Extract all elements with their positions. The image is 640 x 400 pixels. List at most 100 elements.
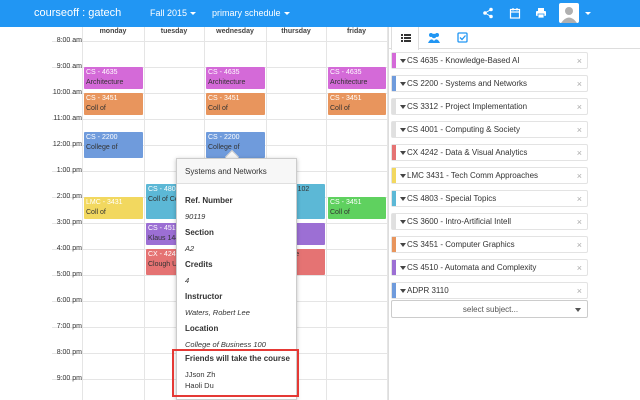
expand-caret-icon[interactable] xyxy=(400,82,406,86)
remove-course-icon[interactable]: × xyxy=(577,56,582,66)
course-color-bar xyxy=(392,283,396,298)
remove-course-icon[interactable]: × xyxy=(577,79,582,89)
course-item[interactable]: CS 4635 - Knowledge-Based AI × xyxy=(391,52,588,69)
chevron-down-icon xyxy=(283,12,290,16)
remove-course-icon[interactable]: × xyxy=(577,240,582,250)
expand-caret-icon[interactable] xyxy=(400,151,406,155)
course-item[interactable]: CX 4242 - Data & Visual Analytics × xyxy=(391,144,588,161)
credits-value: 4 xyxy=(185,276,190,285)
course-item[interactable]: LMC 3431 - Tech Comm Approaches × xyxy=(391,167,588,184)
course-item[interactable]: CS 4803 - Special Topics × xyxy=(391,190,588,207)
user-avatar[interactable] xyxy=(559,3,579,23)
class-code: CS - 3451 xyxy=(330,199,362,206)
expand-caret-icon[interactable] xyxy=(400,197,406,201)
hour-line xyxy=(52,41,387,42)
time-label: 11:00 am xyxy=(53,115,82,122)
grid-column-line xyxy=(326,27,327,400)
expand-caret-icon[interactable] xyxy=(400,243,406,247)
tab-selection[interactable] xyxy=(448,27,476,49)
class-block[interactable]: CS - 4635 Architecture xyxy=(328,67,386,89)
class-block[interactable]: LMC - 3431 Coll of xyxy=(84,197,143,219)
ref-number-value: 90119 xyxy=(185,212,206,221)
schedule-dropdown[interactable]: primary schedule xyxy=(212,8,290,18)
course-name: CS 3312 - Project Implementation xyxy=(407,102,528,111)
share-icon[interactable] xyxy=(482,7,494,19)
expand-caret-icon[interactable] xyxy=(400,220,406,224)
subject-select[interactable]: select subject... xyxy=(391,300,588,318)
expand-caret-icon[interactable] xyxy=(400,59,406,63)
remove-course-icon[interactable]: × xyxy=(577,263,582,273)
course-name: CS 4001 - Computing & Society xyxy=(407,125,520,134)
panel-tabs xyxy=(389,27,640,50)
class-location: Architecture xyxy=(86,79,124,86)
schedule-label: primary schedule xyxy=(212,8,281,18)
time-label: 8:00 am xyxy=(56,37,82,44)
course-name: LMC 3431 - Tech Comm Approaches xyxy=(407,171,539,180)
friend-item: Haoli Du xyxy=(185,381,214,390)
class-location: Coll of xyxy=(208,105,228,112)
course-color-bar xyxy=(392,53,396,68)
class-block[interactable]: CS - 3451 Coll of xyxy=(328,197,386,219)
class-code: CS - 3451 xyxy=(86,95,118,102)
app-brand[interactable]: courseoff : gatech xyxy=(34,7,121,19)
print-icon[interactable] xyxy=(535,7,547,19)
chevron-down-icon[interactable] xyxy=(585,12,591,15)
course-name: CS 4803 - Special Topics xyxy=(407,194,497,203)
time-label: 10:00 am xyxy=(52,89,82,96)
course-color-bar xyxy=(392,260,396,275)
time-label: 2:00 pm xyxy=(56,193,82,200)
remove-course-icon[interactable]: × xyxy=(577,171,582,181)
class-block[interactable]: CS - 3451 Coll of xyxy=(328,93,386,115)
tab-course-list[interactable] xyxy=(391,27,419,50)
course-item[interactable]: ADPR 3110 × xyxy=(391,282,588,299)
remove-course-icon[interactable]: × xyxy=(577,217,582,227)
course-item[interactable]: CS 4001 - Computing & Society × xyxy=(391,121,588,138)
course-panel: CS 4635 - Knowledge-Based AI × CS 2200 - S… xyxy=(388,27,640,400)
user-icon xyxy=(561,7,577,23)
expand-caret-icon[interactable] xyxy=(400,128,406,132)
expand-caret-icon[interactable] xyxy=(400,174,406,178)
course-name: CS 4510 - Automata and Complexity xyxy=(407,263,537,272)
class-block[interactable]: CS - 3451 Coll of xyxy=(84,93,143,115)
course-item[interactable]: CS 2200 - Systems and Networks × xyxy=(391,75,588,92)
course-name: CS 4635 - Knowledge-Based AI xyxy=(407,56,520,65)
remove-course-icon[interactable]: × xyxy=(577,286,582,296)
popover-title: Systems and Networks xyxy=(177,159,296,184)
course-color-bar xyxy=(392,122,396,137)
course-color-bar xyxy=(392,76,396,91)
class-code: CS - 3451 xyxy=(330,95,362,102)
grid-column-line xyxy=(82,27,83,400)
course-color-bar xyxy=(392,168,396,183)
location-value: College of Business 100 xyxy=(185,340,266,349)
class-code: LMC - 3431 xyxy=(86,199,123,206)
course-item[interactable]: CS 3451 - Computer Graphics × xyxy=(391,236,588,253)
class-block[interactable]: CS - 4635 Architecture xyxy=(84,67,143,89)
expand-caret-icon[interactable] xyxy=(400,105,406,109)
friend-item: JJson Zh xyxy=(185,370,216,379)
class-block[interactable]: CS - 2200 College of xyxy=(84,132,143,158)
top-navbar: courseoff : gatech Fall 2015 primary sch… xyxy=(0,0,640,27)
course-color-bar xyxy=(392,191,396,206)
course-color-bar xyxy=(392,214,396,229)
remove-course-icon[interactable]: × xyxy=(577,125,582,135)
chevron-down-icon xyxy=(575,308,581,312)
term-dropdown[interactable]: Fall 2015 xyxy=(150,8,197,18)
friends-label: Friends will take the course xyxy=(185,354,290,363)
expand-caret-icon[interactable] xyxy=(400,266,406,270)
class-location: Coll of xyxy=(330,209,350,216)
section-label: Section xyxy=(185,228,214,237)
remove-course-icon[interactable]: × xyxy=(577,102,582,112)
instructor-label: Instructor xyxy=(185,292,223,301)
location-label: Location xyxy=(185,324,219,333)
tab-friends[interactable] xyxy=(420,27,448,49)
course-item[interactable]: CS 3312 - Project Implementation × xyxy=(391,98,588,115)
class-block[interactable]: CS - 4635 Architecture xyxy=(206,67,265,89)
calendar-icon[interactable] xyxy=(509,7,521,19)
expand-caret-icon[interactable] xyxy=(400,289,406,293)
course-name: CS 3600 - Intro-Artificial Intell xyxy=(407,217,512,226)
course-item[interactable]: CS 4510 - Automata and Complexity × xyxy=(391,259,588,276)
remove-course-icon[interactable]: × xyxy=(577,148,582,158)
remove-course-icon[interactable]: × xyxy=(577,194,582,204)
class-block[interactable]: CS - 3451 Coll of xyxy=(206,93,265,115)
course-item[interactable]: CS 3600 - Intro-Artificial Intell × xyxy=(391,213,588,230)
